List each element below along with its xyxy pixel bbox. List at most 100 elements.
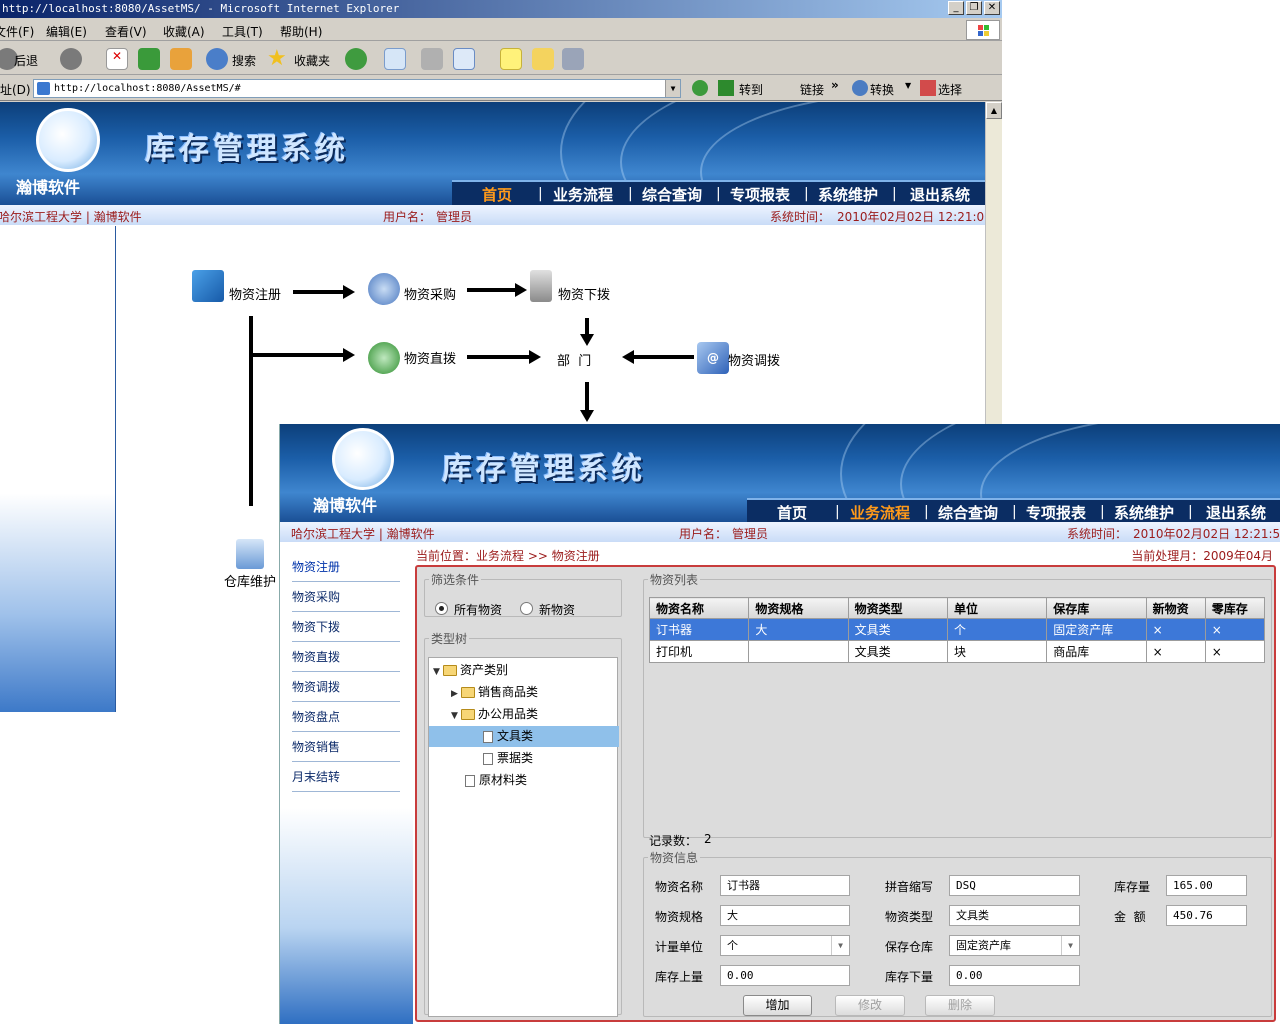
chevron-down-icon[interactable]: ▼	[1061, 936, 1079, 955]
chevron-down-icon[interactable]: ▼	[905, 81, 911, 90]
refresh-icon[interactable]	[138, 48, 160, 70]
download-icon[interactable]	[368, 342, 400, 374]
menu-view[interactable]: 查看(V)	[105, 23, 147, 40]
chevron-down-icon[interactable]: ▼	[831, 936, 849, 955]
nav-reports[interactable]: 专项报表	[730, 184, 790, 205]
col-header[interactable]: 物资名称	[648, 597, 750, 619]
spec-input[interactable]: 大	[720, 905, 850, 926]
convert-icon[interactable]	[852, 80, 868, 96]
menu-tools[interactable]: 工具(T)	[222, 23, 263, 40]
upper-input[interactable]: 0.00	[720, 965, 850, 986]
amount-input[interactable]: 450.76	[1166, 905, 1247, 926]
notes-icon[interactable]	[500, 48, 522, 70]
media-icon[interactable]	[345, 48, 367, 70]
delete-button[interactable]: 删除	[925, 995, 995, 1016]
edit-button[interactable]: 修改	[835, 995, 905, 1016]
pinyin-input[interactable]: DSQ	[949, 875, 1080, 896]
name-input[interactable]: 订书器	[720, 875, 850, 896]
tools-icon[interactable]	[562, 48, 584, 70]
convert-label[interactable]: 转换	[870, 81, 894, 98]
flow-transfer[interactable]: 物资调拨	[728, 350, 780, 369]
nav-home[interactable]: 首页	[777, 502, 807, 523]
nav-business-flow[interactable]: 业务流程	[850, 502, 910, 523]
col-header[interactable]: 物资类型	[847, 597, 948, 619]
col-header[interactable]: 零库存	[1204, 597, 1266, 619]
tree-view[interactable]: ▼ 资产类别 ▶ 销售商品类 ▼ 办公用品类 文具类 票据类 原材料类	[428, 657, 619, 1017]
sidebar-item-allocate[interactable]: 物资下拨	[292, 612, 400, 642]
home-icon[interactable]	[170, 48, 192, 70]
sidebar-item-purchase[interactable]: 物资采购	[292, 582, 400, 612]
sidebar-item-inventory[interactable]: 物资盘点	[292, 702, 400, 732]
flow-purchase[interactable]: 物资采购	[404, 284, 456, 303]
url-input[interactable]: http://localhost:8080/AssetMS/# ▼	[33, 79, 681, 98]
favorites-label[interactable]: 收藏夹	[294, 52, 330, 69]
lower-input[interactable]: 0.00	[949, 965, 1080, 986]
nav-maintenance[interactable]: 系统维护	[818, 184, 878, 205]
tree-node[interactable]: ▼ 资产类别	[433, 660, 508, 681]
sidebar-item-direct[interactable]: 物资直拨	[292, 642, 400, 672]
col-header[interactable]: 单位	[946, 597, 1048, 619]
messenger-icon[interactable]	[532, 48, 554, 70]
radio-all[interactable]	[435, 602, 448, 615]
tree-node[interactable]: ▶ 销售商品类	[451, 682, 538, 703]
menu-edit[interactable]: 编辑(E)	[46, 23, 87, 40]
menu-help[interactable]: 帮助(H)	[280, 23, 322, 40]
flow-warehouse[interactable]: 仓库维护	[224, 571, 276, 590]
menu-file[interactable]: 文件(F)	[0, 23, 34, 40]
nav-home[interactable]: 首页	[482, 184, 512, 205]
table-row[interactable]: 订书器 大 文具类 个 固定资产库 × ×	[648, 618, 1266, 641]
sidebar-item-sales[interactable]: 物资销售	[292, 732, 400, 762]
go-icon[interactable]	[718, 80, 734, 96]
sidebar-item-transfer[interactable]: 物资调拨	[292, 672, 400, 702]
computer-icon[interactable]	[530, 270, 552, 302]
col-header[interactable]: 新物资	[1145, 597, 1206, 619]
book-icon[interactable]	[192, 270, 224, 302]
sidebar-item-month-close[interactable]: 月末结转	[292, 762, 400, 792]
go-button[interactable]: 转到	[739, 81, 763, 98]
select-icon[interactable]	[920, 80, 936, 96]
tree-node[interactable]: 票据类	[483, 748, 533, 769]
flow-allocate[interactable]: 物资下拨	[558, 284, 610, 303]
close-button[interactable]: ✕	[984, 1, 1000, 15]
radio-new[interactable]	[520, 602, 533, 615]
nav-query[interactable]: 综合查询	[642, 184, 702, 205]
search-icon[interactable]	[206, 48, 228, 70]
print-icon[interactable]	[421, 48, 443, 70]
nav-reports[interactable]: 专项报表	[1026, 502, 1086, 523]
chevron-right-icon[interactable]: »	[831, 78, 839, 92]
email-icon[interactable]: @	[697, 342, 729, 374]
nav-logout[interactable]: 退出系统	[910, 184, 970, 205]
radio-all-label[interactable]: 所有物资	[454, 601, 502, 618]
tree-node[interactable]: ▼ 办公用品类	[451, 704, 538, 725]
col-header[interactable]: 物资规格	[748, 597, 849, 619]
stock-input[interactable]: 165.00	[1166, 875, 1247, 896]
unit-select[interactable]: 个 ▼	[720, 935, 850, 956]
flow-direct[interactable]: 物资直拨	[404, 348, 456, 367]
nav-maintenance[interactable]: 系统维护	[1114, 502, 1174, 523]
mail-icon[interactable]	[384, 48, 406, 70]
type-input[interactable]: 文具类	[949, 905, 1080, 926]
nav-logout[interactable]: 退出系统	[1206, 502, 1266, 523]
nav-business-flow[interactable]: 业务流程	[553, 184, 613, 205]
radio-new-label[interactable]: 新物资	[539, 601, 575, 618]
star-icon[interactable]: ★	[267, 48, 289, 70]
edit-icon[interactable]	[453, 48, 475, 70]
back-label[interactable]: 后退	[14, 52, 38, 69]
store-select[interactable]: 固定资产库 ▼	[949, 935, 1080, 956]
links-label[interactable]: 链接	[800, 81, 824, 98]
scroll-up-icon[interactable]: ▲	[986, 102, 1002, 119]
minimize-button[interactable]: _	[948, 1, 964, 15]
tree-node-selected[interactable]: 文具类	[483, 726, 533, 747]
select-label[interactable]: 选择	[938, 81, 962, 98]
menu-favorites[interactable]: 收藏(A)	[163, 23, 205, 40]
forward-icon[interactable]	[60, 48, 82, 70]
table-row[interactable]: 打印机 文具类 块 商品库 × ×	[648, 640, 1266, 663]
sidebar-item-register[interactable]: 物资注册	[292, 552, 400, 582]
stop-icon[interactable]: ✕	[106, 48, 128, 70]
url-dropdown-icon[interactable]: ▼	[665, 80, 680, 97]
purchase-icon[interactable]	[368, 273, 400, 305]
search-label[interactable]: 搜索	[232, 52, 256, 69]
nav-query[interactable]: 综合查询	[938, 502, 998, 523]
storage-icon[interactable]	[236, 539, 264, 569]
restore-button[interactable]: ❐	[966, 1, 982, 15]
